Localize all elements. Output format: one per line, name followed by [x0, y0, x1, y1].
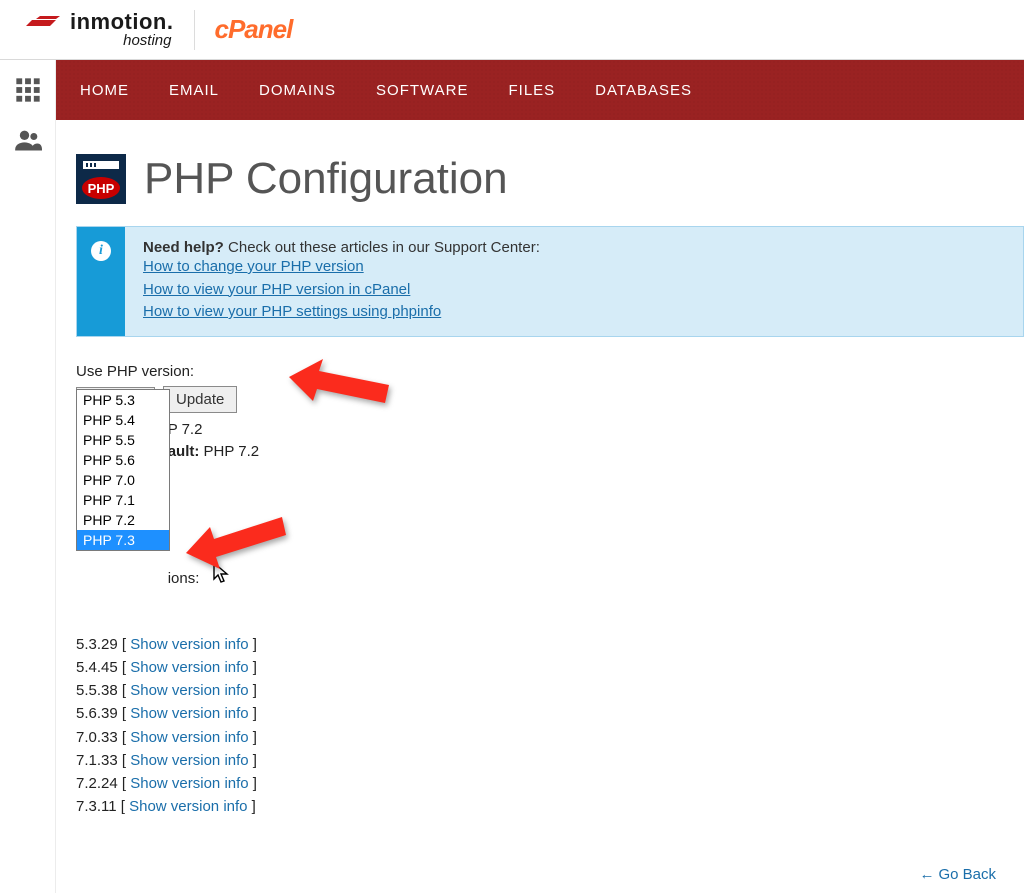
annotation-arrow-update	[289, 355, 389, 411]
version-row: 7.1.33 [ Show version info ]	[76, 749, 1024, 772]
option-php-5-5[interactable]: PHP 5.5	[77, 430, 169, 450]
option-php-7-0[interactable]: PHP 7.0	[77, 470, 169, 490]
cpanel-logo: cPanel	[215, 14, 293, 45]
info-icon: i	[91, 241, 111, 261]
version-row: 7.2.24 [ Show version info ]	[76, 772, 1024, 795]
version-row: 5.6.39 [ Show version info ]	[76, 702, 1024, 725]
main-nav: HOME EMAIL DOMAINS SOFTWARE FILES DATABA…	[56, 60, 1024, 120]
show-version-info-link[interactable]: Show version info	[130, 775, 248, 792]
option-php-5-4[interactable]: PHP 5.4	[77, 410, 169, 430]
page-title: PHP Configuration	[144, 154, 508, 204]
installed-versions: 5.3.29 [ Show version info ] 5.4.45 [ Sh…	[56, 623, 1024, 819]
option-php-5-6[interactable]: PHP 5.6	[77, 450, 169, 470]
inmotion-logo: inmotion. hosting	[26, 11, 174, 48]
nav-files[interactable]: FILES	[508, 82, 555, 99]
option-php-5-3[interactable]: PHP 5.3	[77, 390, 169, 410]
php-version-dropdown-list[interactable]: PHP 5.3 PHP 5.4 PHP 5.5 PHP 5.6 PHP 7.0 …	[76, 389, 170, 551]
page-heading-row: PHP PHP Configuration	[56, 120, 1024, 226]
option-php-7-2[interactable]: PHP 7.2	[77, 510, 169, 530]
go-back: ←Go Back	[919, 866, 996, 883]
main: HOME EMAIL DOMAINS SOFTWARE FILES DATABA…	[56, 60, 1024, 893]
option-php-7-1[interactable]: PHP 7.1	[77, 490, 169, 510]
option-php-7-3[interactable]: PHP 7.3	[77, 530, 169, 550]
go-back-link[interactable]: Go Back	[938, 866, 996, 883]
version-row: 5.4.45 [ Show version info ]	[76, 656, 1024, 679]
nav-home[interactable]: HOME	[80, 82, 129, 99]
version-row: 7.3.11 [ Show version info ]	[76, 795, 1024, 818]
show-version-info-link[interactable]: Show version info	[130, 682, 248, 699]
version-row: 5.5.38 [ Show version info ]	[76, 679, 1024, 702]
arrow-left-icon: ←	[919, 866, 934, 883]
version-row: 7.0.33 [ Show version info ]	[76, 726, 1024, 749]
svg-text:PHP: PHP	[88, 181, 115, 196]
branding-bar: inmotion. hosting cPanel	[0, 0, 1024, 60]
nav-databases[interactable]: DATABASES	[595, 82, 692, 99]
php-version-form: Use PHP version: PHP 7.2 Update P 7.2 au…	[56, 337, 1024, 413]
help-lead: Need help? Check out these articles in o…	[143, 239, 540, 256]
php-icon: PHP	[76, 154, 126, 204]
annotation-arrow-php73	[186, 513, 286, 569]
left-rail	[0, 60, 56, 893]
nav-software[interactable]: SOFTWARE	[376, 82, 468, 99]
nav-domains[interactable]: DOMAINS	[259, 82, 336, 99]
inmotion-sub: hosting	[26, 33, 174, 48]
grid-apps-icon[interactable]	[14, 76, 42, 104]
show-version-info-link[interactable]: Show version info	[130, 729, 248, 746]
version-row: 5.3.29 [ Show version info ]	[76, 633, 1024, 656]
swoosh-icon	[26, 16, 66, 28]
users-icon[interactable]	[14, 126, 42, 154]
nav-email[interactable]: EMAIL	[169, 82, 219, 99]
info-icon-col: i	[77, 227, 125, 336]
use-version-label: Use PHP version:	[76, 363, 1024, 380]
help-link-view-version[interactable]: How to view your PHP version in cPanel	[143, 279, 540, 302]
inmotion-name: inmotion	[70, 9, 167, 34]
show-version-info-link[interactable]: Show version info	[130, 636, 248, 653]
show-version-info-link[interactable]: Show version info	[129, 798, 247, 815]
help-link-change-version[interactable]: How to change your PHP version	[143, 256, 540, 279]
divider	[194, 10, 195, 50]
help-callout: i Need help? Check out these articles in…	[76, 226, 1024, 337]
help-link-phpinfo[interactable]: How to view your PHP settings using phpi…	[143, 301, 540, 324]
show-version-info-link[interactable]: Show version info	[130, 659, 248, 676]
show-version-info-link[interactable]: Show version info	[130, 752, 248, 769]
show-version-info-link[interactable]: Show version info	[130, 705, 248, 722]
